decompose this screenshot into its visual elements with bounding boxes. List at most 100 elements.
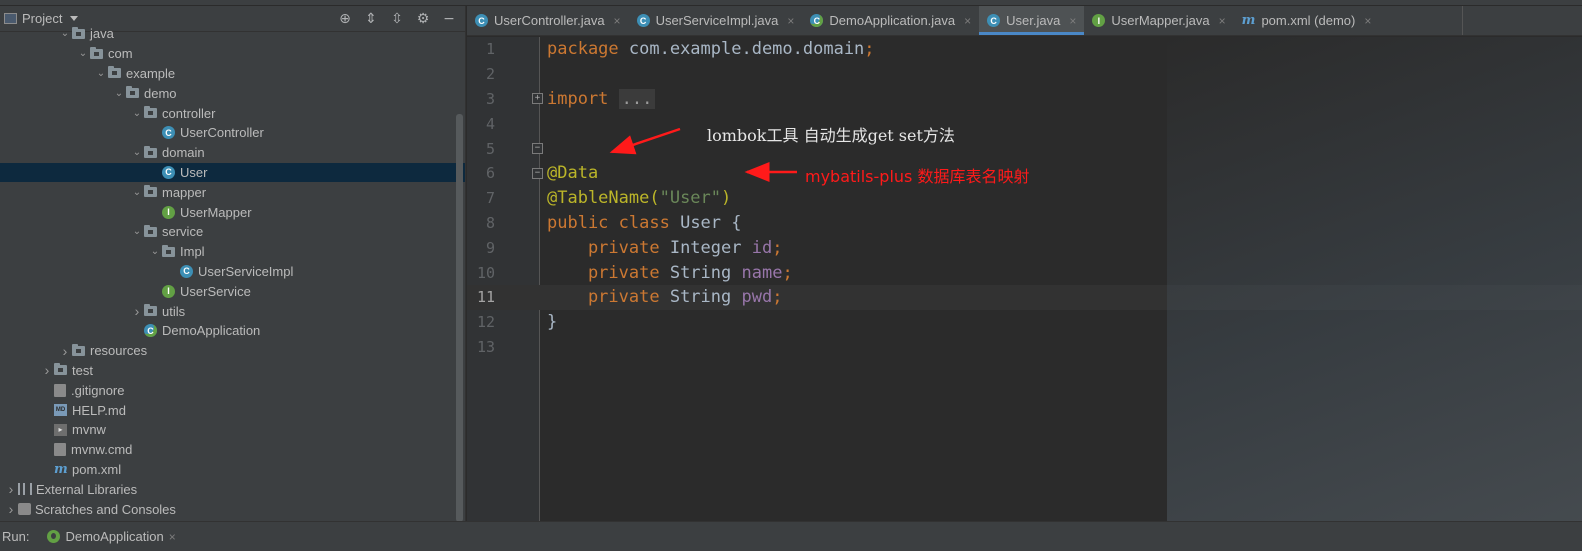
tree-item[interactable]: C DemoApplication [0,321,465,341]
folder-icon [72,26,85,39]
tree-item-label: UserService [180,283,251,299]
tree-item-label: UserMapper [180,204,252,220]
tree-item[interactable]: › utils [0,301,465,321]
close-icon[interactable]: × [1364,14,1371,28]
chevron-down-icon[interactable]: ⌄ [130,187,144,198]
tree-item-label: .gitignore [71,382,125,398]
tree-item-label: UserServiceImpl [198,263,294,279]
folder-icon [144,224,157,237]
tree-item[interactable]: ▸ mvnw [0,420,465,440]
code-editor[interactable]: 1 package com.example.demo.domain; 2 3 impor… [467,37,1582,521]
chevron-down-icon[interactable]: ⌄ [112,88,126,99]
scratches-icon [18,503,31,516]
tree-item[interactable]: › test [0,361,465,381]
chevron-right-icon[interactable]: › [40,362,54,378]
chevron-down-icon[interactable]: ⌄ [58,28,72,39]
tree-item[interactable]: ⌄ com [0,44,465,64]
editor-tab[interactable]: I UserMapper.java × [1084,6,1233,35]
tree-item[interactable]: ⌄ Impl [0,242,465,262]
folder-icon [144,106,157,119]
editor-tab[interactable]: C User.java × [979,6,1085,35]
tree-item[interactable]: C User [0,162,465,183]
shell-script-icon: ▸ [54,423,67,436]
tree-item-label: domain [162,145,205,161]
maven-icon: m [1241,13,1256,28]
tree-item[interactable]: ⌄ controller [0,103,465,123]
tree-item[interactable]: ⌄ mapper [0,182,465,202]
tree-item-label: java [90,26,114,42]
chevron-down-icon [70,16,79,21]
tree-item-label: test [72,362,93,378]
tree-item[interactable]: ⌄ example [0,64,465,84]
tree-item[interactable]: mvnw.cmd [0,440,465,460]
run-config-selector[interactable] [1462,6,1582,35]
tree-item[interactable]: C UserServiceImpl [0,262,465,282]
project-icon [4,13,17,24]
tab-label: UserServiceImpl.java [655,13,779,28]
java-class-icon: C [162,165,175,179]
tree-item[interactable]: ⌄ service [0,222,465,242]
folder-icon [144,145,157,158]
tree-item[interactable]: › External Libraries [0,479,465,499]
tree-item[interactable]: › resources [0,341,465,361]
chevron-down-icon[interactable]: ⌄ [130,108,144,119]
java-interface-icon: I [162,284,175,298]
chevron-down-icon[interactable]: ⌄ [148,246,162,257]
tab-label: DemoApplication.java [829,13,956,28]
java-class-icon: C [475,14,488,27]
chevron-down-icon[interactable]: ⌄ [76,48,90,59]
tree-item-label: UserController [180,125,264,141]
tree-item[interactable]: ⌄ domain [0,143,465,163]
chevron-down-icon[interactable]: ⌄ [130,226,144,237]
editor-tab[interactable]: C UserServiceImpl.java × [629,6,803,35]
tree-item-label: com [108,46,133,62]
editor-tabs: C UserController.java × C UserServiceImpl.ja… [467,6,1582,36]
tree-item[interactable]: ⌄ demo [0,83,465,103]
markdown-icon: MD [54,404,67,417]
annotation-arrows [609,127,797,182]
close-icon[interactable]: × [1069,14,1076,28]
run-tab-demoapplication[interactable]: DemoApplication × [47,529,176,544]
file-icon [54,383,66,397]
maven-icon: m [54,461,68,477]
chevron-right-icon[interactable]: › [4,481,18,497]
tree-item-label: service [162,224,204,240]
tree-item[interactable]: C UserController [0,123,465,143]
close-icon[interactable]: × [169,530,176,544]
chevron-right-icon[interactable]: › [130,303,144,319]
chevron-down-icon[interactable]: ⌄ [130,147,144,158]
chevron-down-icon[interactable]: ⌄ [94,68,108,79]
tree-item[interactable]: ⌄ java [0,24,465,44]
tree-item[interactable]: › Scratches and Consoles [0,499,465,519]
project-scrollbar[interactable] [456,114,463,521]
close-icon[interactable]: × [787,14,794,28]
folder-icon [108,66,121,79]
java-class-icon: C [636,14,650,27]
tab-label: User.java [1006,13,1061,28]
folder-icon [54,363,67,376]
close-icon[interactable]: × [614,14,621,28]
tree-item[interactable]: m pom.xml [0,460,465,480]
editor-tab[interactable]: m pom.xml (demo) × [1234,6,1380,35]
project-panel: Project ⊕ ⇕ ⇳ ⚙ − ⌄ java ⌄ com ⌄ example ⌄ demo… [0,6,466,521]
java-class-icon: C [162,126,175,140]
editor-tab[interactable]: C DemoApplication.java × [802,6,979,35]
lombok-arrow [609,127,681,155]
tree-item-label: DemoApplication [162,323,261,339]
folder-icon [162,244,175,257]
tree-item-label: utils [162,303,186,319]
tree-item-label: mapper [162,184,207,200]
chevron-right-icon[interactable]: › [4,501,18,517]
tree-item[interactable]: I UserService [0,281,465,301]
tree-item[interactable]: .gitignore [0,380,465,400]
editor-tab[interactable]: C UserController.java × [467,6,629,35]
tree-item-label: Scratches and Consoles [35,501,176,517]
close-icon[interactable]: × [964,14,971,28]
tree-item-label: Impl [180,244,205,260]
chevron-right-icon[interactable]: › [58,343,72,359]
close-icon[interactable]: × [1219,14,1226,28]
folder-icon [126,86,139,99]
tree-item-label: demo [144,85,177,101]
tree-item[interactable]: I UserMapper [0,202,465,222]
tree-item[interactable]: MD HELP.md [0,400,465,420]
